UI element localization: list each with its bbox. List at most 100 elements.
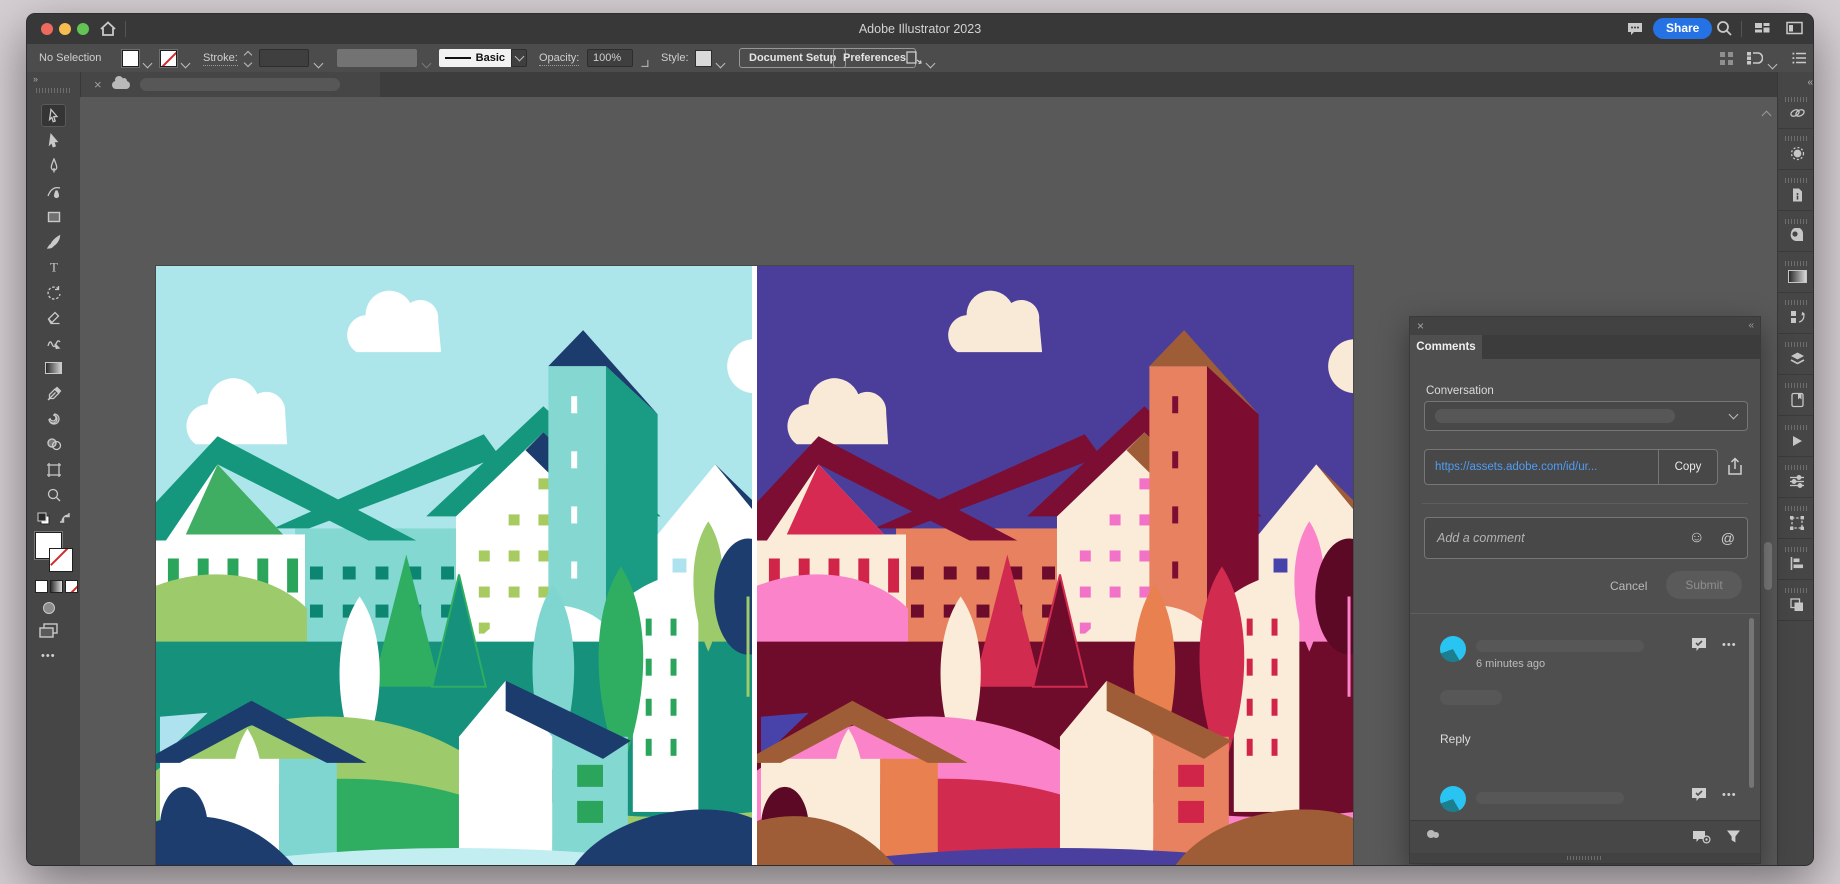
libraries-panel-button[interactable]	[1778, 375, 1814, 416]
curvature-tool[interactable]	[41, 180, 66, 203]
show-comments-icon[interactable]	[1692, 829, 1712, 851]
gradient-tool[interactable]	[41, 356, 66, 379]
color-gradient-none-toggle[interactable]	[35, 580, 78, 593]
comments-panel-footer	[1410, 820, 1760, 853]
arrange-documents-chevron[interactable]	[1769, 55, 1776, 73]
workspace-list-icon[interactable]	[1791, 50, 1808, 71]
filter-comments-icon[interactable]	[1726, 829, 1741, 849]
arrange-windows-icon[interactable]	[1785, 19, 1805, 39]
layers-panel-button[interactable]	[1778, 334, 1814, 375]
symbols-panel-button[interactable]	[1778, 293, 1814, 334]
twirl-tool[interactable]	[41, 407, 66, 430]
paintbrush-tool[interactable]	[41, 230, 66, 253]
stroke-none-swatch[interactable]	[160, 50, 177, 67]
rectangle-tool[interactable]	[41, 205, 66, 228]
panel-options-chevron[interactable]	[927, 54, 934, 72]
copy-button[interactable]: Copy	[1658, 450, 1717, 484]
document-tab[interactable]: ×	[80, 72, 380, 97]
resolve-comment-icon[interactable]	[1690, 636, 1708, 658]
share-link-icon[interactable]	[1726, 457, 1744, 482]
opacity-field[interactable]: 100%	[587, 49, 633, 67]
comments-panel-tabbar: Comments	[1410, 335, 1760, 359]
color-panel-button[interactable]	[1778, 129, 1814, 170]
shaper-tool[interactable]	[41, 331, 66, 354]
eyedropper-tool[interactable]	[41, 382, 66, 405]
zoom-tool[interactable]	[41, 483, 66, 506]
draw-mode-icon[interactable]	[41, 600, 57, 621]
artboard[interactable]	[156, 266, 1353, 866]
stroke-weight-chevron[interactable]	[315, 54, 322, 72]
fill-dropdown-chevron[interactable]	[144, 54, 151, 72]
default-fill-stroke-icon[interactable]	[37, 512, 51, 531]
style-chevron[interactable]	[717, 54, 724, 72]
opacity-label[interactable]: Opacity:	[539, 52, 579, 66]
conversation-label: Conversation	[1426, 385, 1494, 397]
align-panel-button[interactable]	[1778, 539, 1814, 580]
mention-icon[interactable]: @	[1721, 530, 1735, 546]
comments-panel-header[interactable]: × «	[1410, 317, 1760, 335]
properties-panel-button[interactable]	[1778, 457, 1814, 498]
artboard-tool[interactable]	[41, 458, 66, 481]
shape-builder-tool[interactable]	[41, 432, 66, 455]
comments-scrollbar-thumb[interactable]	[1749, 618, 1754, 788]
cancel-button[interactable]: Cancel	[1610, 579, 1647, 593]
edit-toolbar-ellipsis[interactable]: •••	[41, 650, 56, 662]
document-info-panel-button[interactable]	[1778, 170, 1814, 211]
opacity-more-chevron[interactable]	[636, 54, 654, 72]
pen-tool[interactable]	[41, 154, 66, 177]
eraser-tool[interactable]	[41, 306, 66, 329]
type-tool[interactable]: T	[41, 255, 66, 278]
add-comment-input[interactable]: Add a comment ☺ @	[1424, 517, 1748, 559]
fill-swatch[interactable]	[122, 50, 139, 67]
panel-options-icon[interactable]	[905, 50, 923, 71]
arrange-documents-icon[interactable]	[1745, 50, 1763, 71]
dock-collapse-icon[interactable]: «	[1778, 72, 1814, 88]
rotate-tool[interactable]	[41, 281, 66, 304]
stroke-dropdown-chevron[interactable]	[182, 54, 189, 72]
stroke-swatch-large[interactable]	[49, 548, 73, 572]
touch-workspace-icon[interactable]	[1719, 51, 1734, 71]
conversation-value-redacted	[1435, 409, 1675, 423]
stroke-weight-field[interactable]	[259, 49, 309, 67]
links-panel-button[interactable]	[1778, 88, 1814, 129]
workspace-switcher-icon[interactable]	[1753, 19, 1773, 39]
transform-panel-button[interactable]	[1778, 498, 1814, 539]
window-title: Adobe Illustrator 2023	[27, 14, 1813, 44]
scroll-up-arrow[interactable]	[1763, 106, 1773, 116]
swatches-panel-button[interactable]	[1778, 211, 1814, 252]
selection-tool[interactable]	[41, 104, 66, 127]
share-button[interactable]: Share	[1653, 18, 1712, 39]
toolbar-grip[interactable]	[36, 88, 70, 93]
emoji-icon[interactable]: ☺	[1688, 529, 1704, 547]
toolbar-expand-icon[interactable]: »	[33, 74, 37, 84]
conversation-select[interactable]	[1424, 401, 1748, 431]
comment-more-icon[interactable]: •••	[1722, 639, 1737, 651]
tab-comments[interactable]: Comments	[1410, 335, 1482, 359]
document-setup-button[interactable]: Document Setup	[739, 48, 846, 68]
share-url[interactable]: https://assets.adobe.com/id/ur...	[1425, 461, 1658, 473]
swap-fill-stroke-icon[interactable]	[59, 512, 73, 531]
submit-button[interactable]: Submit	[1666, 571, 1742, 599]
style-swatch[interactable]	[695, 50, 712, 67]
search-icon[interactable]	[1715, 19, 1735, 39]
close-tab-icon[interactable]: ×	[94, 77, 102, 92]
actions-panel-button[interactable]	[1778, 416, 1814, 457]
svg-text:T: T	[50, 259, 58, 274]
close-panel-icon[interactable]: ×	[1417, 319, 1424, 333]
comment-more-icon[interactable]: •••	[1722, 789, 1737, 801]
direct-selection-tool[interactable]	[41, 129, 66, 152]
stroke-weight-stepper[interactable]	[245, 52, 251, 66]
panel-collapse-icon[interactable]: «	[1748, 320, 1752, 331]
screen-mode-icon[interactable]	[39, 622, 59, 644]
gradient-panel-button[interactable]	[1778, 252, 1814, 293]
reply-link[interactable]: Reply	[1440, 732, 1471, 746]
brush-definition-field[interactable]: Basic	[439, 49, 511, 67]
comments-bubble-icon[interactable]	[1625, 19, 1645, 39]
resolve-comment-icon[interactable]	[1690, 786, 1708, 808]
pathfinder-panel-button[interactable]	[1778, 580, 1814, 621]
preferences-button[interactable]: Preferences	[833, 48, 916, 68]
stroke-label[interactable]: Stroke:	[203, 52, 238, 66]
vertical-scrollbar-thumb[interactable]	[1764, 542, 1772, 590]
brush-chevron[interactable]	[511, 49, 527, 67]
panel-resize-grip[interactable]	[1410, 853, 1760, 863]
